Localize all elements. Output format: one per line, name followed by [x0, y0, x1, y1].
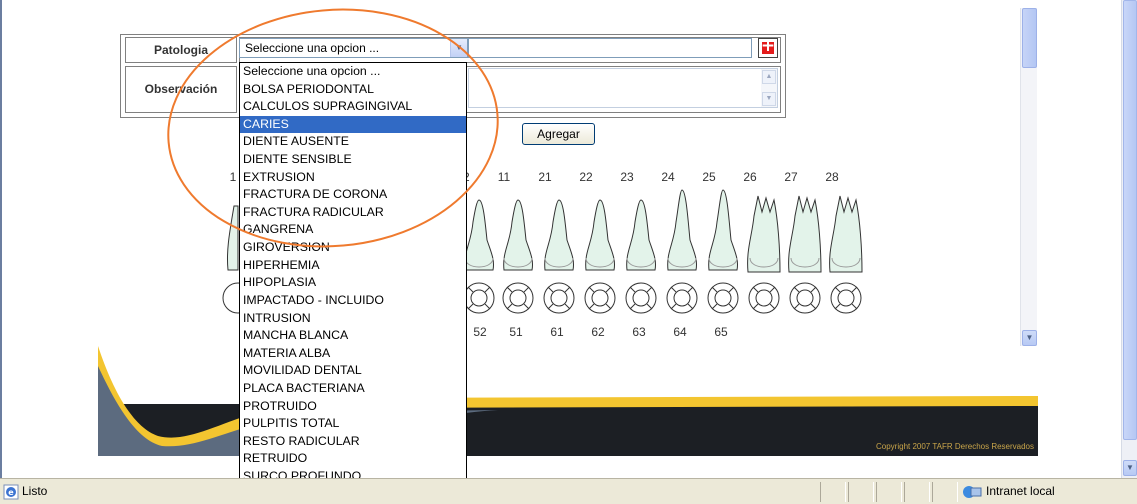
- tooth-number: 26: [743, 170, 757, 184]
- dropdown-option[interactable]: RESTO RADICULAR: [240, 433, 466, 451]
- tooth-number: 24: [661, 170, 675, 184]
- dropdown-option[interactable]: PROTRUIDO: [240, 398, 466, 416]
- tooth-icon[interactable]: [544, 199, 574, 271]
- copyright-text: Copyright 2007 TAFR Derechos Reservados: [876, 442, 1034, 451]
- dropdown-option[interactable]: HIPERHEMIA: [240, 257, 466, 275]
- status-text: Listo: [22, 484, 48, 498]
- tooth-number: 22: [579, 170, 593, 184]
- dropdown-option[interactable]: MATERIA ALBA: [240, 345, 466, 363]
- tooth-icon[interactable]: [708, 189, 738, 271]
- tooth-number: 62: [591, 325, 605, 339]
- inner-scrollbar[interactable]: ▼: [1020, 8, 1037, 346]
- dropdown-option[interactable]: HIPOPLASIA: [240, 274, 466, 292]
- tooth-number: 51: [509, 325, 523, 339]
- dropdown-option[interactable]: GANGRENA: [240, 221, 466, 239]
- tooth-icon[interactable]: [788, 195, 822, 273]
- tooth-surface-ring[interactable]: [830, 282, 862, 314]
- tooth-icon[interactable]: [667, 189, 697, 271]
- dropdown-option[interactable]: FRACTURA RADICULAR: [240, 204, 466, 222]
- tooth-number: 65: [714, 325, 728, 339]
- tooth-icon[interactable]: [626, 199, 656, 271]
- browser-scrollbar[interactable]: ▼: [1121, 0, 1137, 478]
- tooth-number: 28: [825, 170, 839, 184]
- tooth-number: 61: [550, 325, 564, 339]
- patologia-dropdown-list[interactable]: Seleccione una opcion ... BOLSA PERIODONT…: [239, 62, 467, 486]
- tooth-number: 11: [497, 170, 511, 184]
- status-panel: [820, 482, 846, 502]
- browser-scroll-thumb[interactable]: [1123, 0, 1137, 440]
- tooth-icon[interactable]: [585, 199, 615, 271]
- dropdown-option[interactable]: PLACA BACTERIANA: [240, 380, 466, 398]
- status-panel: [848, 482, 874, 502]
- dropdown-option[interactable]: INTRUSION: [240, 310, 466, 328]
- security-zone-text: Intranet local: [986, 484, 1055, 498]
- dropdown-option[interactable]: CARIES: [240, 115, 466, 134]
- tooth-number: 64: [673, 325, 687, 339]
- dropdown-option[interactable]: GIROVERSION: [240, 239, 466, 257]
- inner-scroll-thumb[interactable]: [1022, 8, 1037, 68]
- tooth-surface-ring[interactable]: [625, 282, 657, 314]
- tooth-surface-ring[interactable]: [463, 282, 495, 314]
- svg-text:e: e: [8, 488, 14, 497]
- tooth-number: 25: [702, 170, 716, 184]
- tooth-icon[interactable]: [503, 199, 533, 271]
- tooth-number: 52: [473, 325, 487, 339]
- status-bar: e Listo Intranet local: [0, 478, 1137, 504]
- dropdown-option[interactable]: DIENTE AUSENTE: [240, 133, 466, 151]
- dropdown-option[interactable]: EXTRUSION: [240, 169, 466, 187]
- status-panel: [932, 482, 958, 502]
- tooth-number: 21: [538, 170, 552, 184]
- tooth-surface-ring[interactable]: [789, 282, 821, 314]
- tooth-number: 23: [620, 170, 634, 184]
- tooth-icon[interactable]: [226, 205, 239, 271]
- dropdown-option[interactable]: RETRUIDO: [240, 450, 466, 468]
- tooth-surface-ring[interactable]: [748, 282, 780, 314]
- dropdown-option[interactable]: MOVILIDAD DENTAL: [240, 362, 466, 380]
- dropdown-option[interactable]: MANCHA BLANCA: [240, 327, 466, 345]
- tooth-surface-ring[interactable]: [666, 282, 698, 314]
- tooth-surface-ring[interactable]: [707, 282, 739, 314]
- page-icon: e: [3, 484, 19, 500]
- scroll-down-icon[interactable]: ▼: [1123, 460, 1137, 476]
- tooth-number: 27: [784, 170, 798, 184]
- tooth-surface-ring[interactable]: [502, 282, 534, 314]
- status-panel: [876, 482, 902, 502]
- status-panel: [904, 482, 930, 502]
- tooth-surface-ring[interactable]: [584, 282, 616, 314]
- dropdown-option[interactable]: PULPITIS TOTAL: [240, 415, 466, 433]
- dropdown-option[interactable]: Seleccione una opcion ...: [240, 63, 466, 81]
- dropdown-option[interactable]: BOLSA PERIODONTAL: [240, 81, 466, 99]
- tooth-number: 63: [632, 325, 646, 339]
- tooth-surface-ring[interactable]: [543, 282, 575, 314]
- tooth-icon[interactable]: [829, 195, 863, 273]
- scroll-down-icon[interactable]: ▼: [1022, 330, 1037, 346]
- intranet-zone-icon: [963, 486, 982, 498]
- dropdown-option[interactable]: IMPACTADO - INCLUIDO: [240, 292, 466, 310]
- dropdown-option[interactable]: CALCULOS SUPRAGINGIVAL: [240, 98, 466, 116]
- dropdown-option[interactable]: DIENTE SENSIBLE: [240, 151, 466, 169]
- tooth-icon[interactable]: [464, 199, 494, 271]
- browser-viewport: Patologia Observación Seleccione una opc…: [0, 0, 1121, 486]
- dropdown-option[interactable]: FRACTURA DE CORONA: [240, 186, 466, 204]
- tooth-icon[interactable]: [747, 195, 781, 273]
